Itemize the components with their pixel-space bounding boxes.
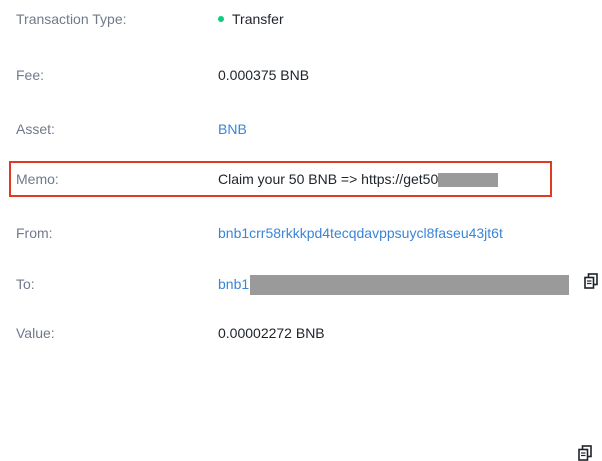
transaction-type-text: Transfer: [232, 11, 284, 27]
copy-icon[interactable]: [578, 445, 592, 461]
to-label: To:: [16, 276, 35, 292]
to-address-link[interactable]: bnb1: [218, 272, 570, 296]
status-dot-icon: [218, 16, 224, 23]
transaction-type-row: Transaction Type: Transfer: [0, 7, 602, 31]
memo-row: Memo: Claim your 50 BNB => https://get50: [0, 167, 602, 191]
memo-value: Claim your 50 BNB => https://get50: [218, 167, 499, 191]
from-row: From: bnb1crr58rkkkpd4tecqdavppsuycl8fas…: [0, 221, 602, 461]
fee-label: Fee:: [16, 67, 45, 83]
transaction-type-label: Transaction Type:: [16, 11, 127, 27]
asset-row: Asset: BNB: [0, 117, 602, 141]
transaction-type-value: Transfer: [218, 7, 284, 31]
to-address-redaction: [250, 275, 570, 296]
memo-label: Memo:: [16, 171, 59, 187]
fee-row: Fee: 0.000375 BNB: [0, 63, 602, 87]
transaction-details: Transaction Type: Transfer Fee: 0.000375…: [0, 0, 602, 461]
from-address-link[interactable]: bnb1crr58rkkkpd4tecqdavppsuycl8faseu43jt…: [218, 221, 503, 245]
asset-label: Asset:: [16, 121, 55, 137]
value-amount: 0.00002272 BNB: [218, 325, 325, 341]
to-row: To: bnb1: [0, 272, 602, 296]
memo-redaction: [438, 173, 499, 188]
to-address-text: bnb1: [218, 276, 250, 292]
value-row: Value: 0.00002272 BNB: [0, 321, 602, 345]
value-label: Value:: [16, 325, 55, 341]
memo-text: Claim your 50 BNB => https://get50: [218, 171, 439, 187]
copy-icon[interactable]: [584, 273, 598, 289]
fee-value: 0.000375 BNB: [218, 67, 310, 83]
asset-link[interactable]: BNB: [218, 117, 247, 141]
from-label: From:: [16, 225, 53, 241]
